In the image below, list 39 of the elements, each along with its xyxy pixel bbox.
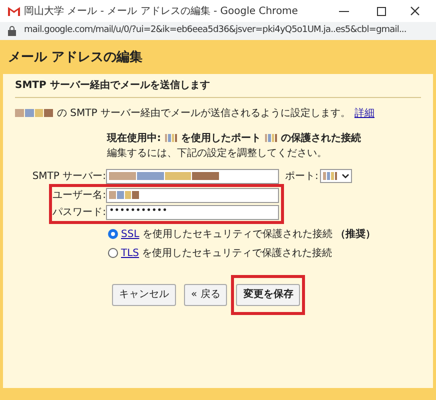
redacted-value — [109, 191, 139, 199]
field-label: ユーザー名: — [52, 188, 106, 202]
mail-logo-icon — [8, 6, 20, 16]
port-label: ポート: — [285, 170, 318, 184]
hint-text: 編集するには、下記の設定を調整してください。 — [107, 146, 328, 160]
port-select[interactable] — [320, 169, 352, 183]
dialog-button[interactable]: 変更を保存 — [236, 284, 300, 306]
radio-button[interactable] — [108, 229, 118, 239]
lock-icon — [8, 26, 16, 36]
close-icon[interactable] — [410, 6, 420, 16]
input-field[interactable]: ••••••••••• — [106, 204, 279, 220]
recommended-note: （推奨） — [335, 228, 376, 242]
option-text: を使用したセキュリティで保護された接続 — [142, 246, 332, 260]
field-label: SMTP サーバー: — [31, 170, 106, 184]
window-title: 岡山大学 メール - メール アドレスの編集 - Google Chrome — [24, 4, 298, 18]
option-text: を使用したセキュリティで保護された接続 — [142, 228, 332, 242]
url-text: mail.google.com/mail/u/0/?ui=2&ik=eb6eea5d36&jsver=pki4yQ5o1UM.ja..es5&cbl=gmail... — [24, 24, 406, 38]
protocol-link[interactable]: SSL — [121, 226, 140, 242]
radio-button[interactable] — [108, 248, 118, 258]
maximize-icon[interactable] — [377, 6, 386, 16]
section-title: SMTP サーバー経由でメールを送信します — [15, 74, 421, 98]
field-label: パスワード: — [52, 206, 106, 220]
dialog-header: メール アドレスの編集 — [0, 40, 436, 74]
dialog-button[interactable]: キャンセル — [112, 284, 176, 306]
current-text: を使用したポート — [181, 132, 261, 146]
redacted-server — [165, 134, 177, 142]
redacted-port — [265, 134, 277, 142]
caret-icon — [342, 174, 350, 178]
minimize-icon[interactable] — [339, 10, 349, 12]
intro-text: の SMTP サーバー経由でメールが送信されるように設定します。 — [57, 106, 350, 120]
dialog-button[interactable]: « 戻る — [184, 284, 228, 306]
input-field[interactable] — [106, 168, 279, 184]
protocol-link[interactable]: TLS — [121, 246, 140, 260]
redacted-port-value — [323, 172, 338, 180]
current-label: 現在使用中: — [107, 132, 161, 146]
current-text: の保護された接続 — [281, 132, 361, 146]
input-field[interactable] — [106, 188, 279, 202]
details-link[interactable]: 詳細 — [354, 106, 374, 120]
redacted-address — [15, 109, 53, 117]
